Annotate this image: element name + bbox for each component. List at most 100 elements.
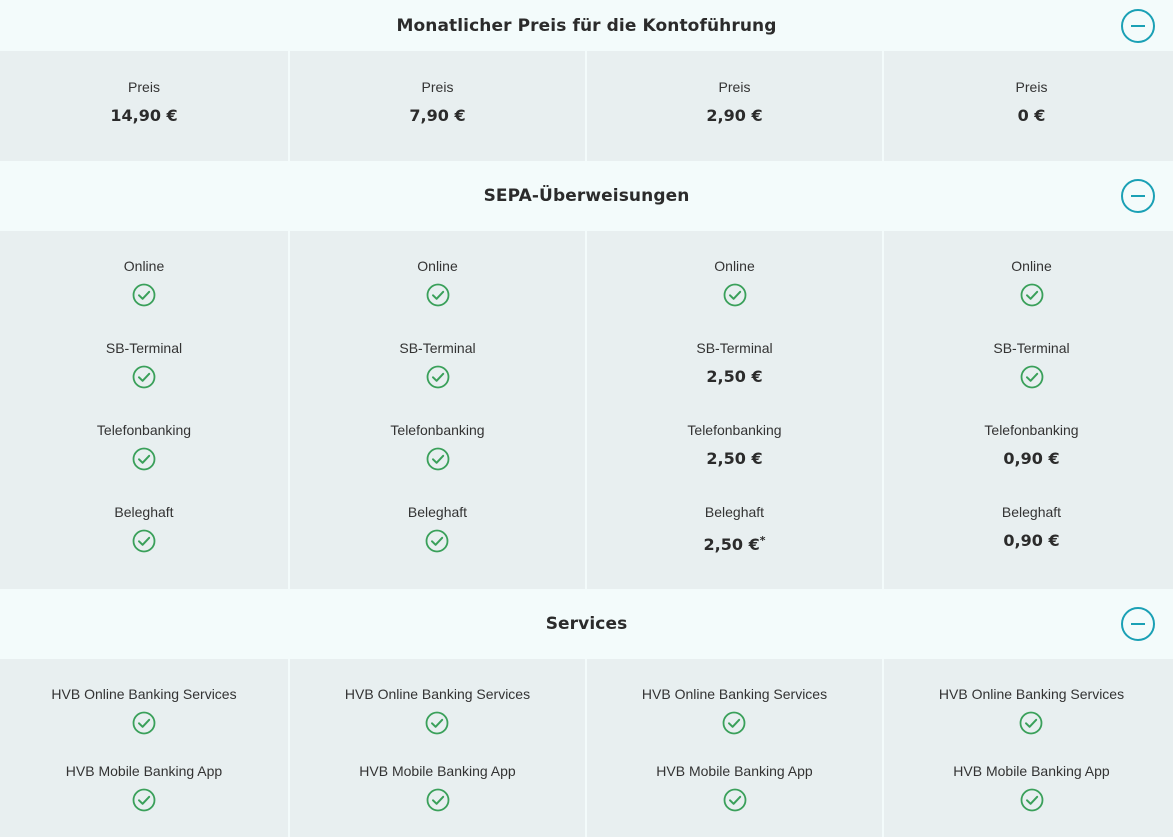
feature-cell: Telefonbanking bbox=[97, 422, 191, 504]
feature-label: Preis bbox=[421, 79, 454, 95]
collapse-minus-icon[interactable] bbox=[1121, 8, 1155, 43]
check-circle-icon bbox=[426, 447, 450, 471]
feature-label: HVB Online Banking Services bbox=[344, 686, 531, 702]
feature-cell: Preis 14,90 € bbox=[110, 79, 177, 161]
section-header-sepa[interactable]: SEPA-Überweisungen bbox=[0, 161, 1173, 231]
price-value: 7,90 € bbox=[409, 104, 465, 128]
feature-label: Beleghaft bbox=[1001, 504, 1062, 520]
price-comparison-table: Monatlicher Preis für die Kontoführung P… bbox=[0, 0, 1173, 837]
price-amount: 2,90 € bbox=[706, 106, 763, 125]
feature-cell: Preis 7,90 € bbox=[409, 79, 465, 161]
plan-column-2: HVB Online Banking Services HVB Mobile Ba… bbox=[290, 659, 585, 837]
section-title: Services bbox=[545, 614, 628, 634]
footnote-marker: * bbox=[759, 534, 766, 547]
feature-label: HVB Online Banking Services bbox=[641, 686, 828, 702]
feature-cell: HVB Online Banking Services bbox=[51, 686, 237, 763]
check-circle-icon bbox=[1020, 365, 1044, 389]
section-title: Monatlicher Preis für die Kontoführung bbox=[396, 15, 777, 36]
check-circle-icon bbox=[1019, 711, 1043, 735]
feature-label: HVB Mobile Banking App bbox=[359, 762, 516, 779]
price-value: 0 € bbox=[1018, 104, 1046, 128]
plan-column-1: Preis 14,90 € bbox=[0, 51, 288, 161]
feature-label: HVB Mobile Banking App bbox=[65, 762, 223, 779]
section-body-monthly-price: Preis 14,90 € Preis 7,90 € Preis 2,90 € Preis 0… bbox=[0, 51, 1173, 161]
plan-column-4: Online SB-Terminal Telefonbanking 0,90 € Bel… bbox=[884, 231, 1173, 589]
price-value: 14,90 € bbox=[110, 104, 177, 128]
price-value: 2,50 €* bbox=[703, 529, 766, 554]
feature-label: Telefonbanking bbox=[96, 422, 192, 438]
feature-cell: Online bbox=[1011, 258, 1052, 340]
feature-label: Beleghaft bbox=[704, 504, 765, 520]
feature-label: Online bbox=[714, 258, 755, 274]
feature-cell: Online bbox=[714, 258, 755, 340]
plan-column-4: HVB Online Banking Services HVB Mobile Ba… bbox=[884, 659, 1173, 837]
plan-column-1: Online SB-Terminal Telefonbanking Beleghaft bbox=[0, 231, 288, 589]
feature-cell: HVB Mobile Banking App bbox=[66, 763, 222, 837]
section-header-services[interactable]: Services bbox=[0, 589, 1173, 659]
feature-cell: SB-Terminal bbox=[993, 340, 1070, 422]
feature-label: SB-Terminal bbox=[696, 340, 773, 356]
price-amount: 2,50 € bbox=[703, 535, 760, 554]
price-value: 2,50 € bbox=[706, 447, 762, 471]
feature-cell: HVB Online Banking Services bbox=[939, 686, 1124, 763]
plan-column-1: HVB Online Banking Services HVB Mobile Ba… bbox=[0, 659, 288, 837]
plan-column-2: Online SB-Terminal Telefonbanking Beleghaft bbox=[290, 231, 585, 589]
feature-label: SB-Terminal bbox=[399, 340, 476, 356]
plan-column-3: HVB Online Banking Services HVB Mobile Ba… bbox=[587, 659, 882, 837]
feature-cell: Online bbox=[417, 258, 458, 340]
check-circle-icon bbox=[426, 788, 450, 812]
feature-cell: Beleghaft bbox=[408, 504, 467, 586]
check-circle-icon bbox=[426, 365, 450, 389]
price-amount: 2,50 € bbox=[706, 449, 763, 468]
check-circle-icon bbox=[132, 788, 156, 812]
feature-cell: Beleghaft bbox=[114, 504, 174, 586]
feature-label: Preis bbox=[128, 79, 160, 95]
feature-label: HVB Online Banking Services bbox=[51, 686, 237, 702]
check-circle-icon bbox=[132, 711, 156, 735]
check-circle-icon bbox=[426, 283, 450, 307]
section-title: SEPA-Überweisungen bbox=[483, 186, 690, 206]
feature-label: Preis bbox=[718, 79, 751, 95]
price-amount: 0,90 € bbox=[1003, 531, 1060, 550]
feature-cell: Telefonbanking 0,90 € bbox=[984, 422, 1078, 504]
feature-label: Beleghaft bbox=[407, 504, 468, 520]
plan-column-2: Preis 7,90 € bbox=[290, 51, 585, 161]
price-amount: 0,90 € bbox=[1003, 449, 1060, 468]
price-value: 0,90 € bbox=[1003, 447, 1059, 471]
check-circle-icon bbox=[132, 283, 156, 307]
feature-label: Online bbox=[123, 258, 165, 274]
feature-cell: Beleghaft 2,50 €* bbox=[704, 504, 766, 586]
section-header-monthly-price[interactable]: Monatlicher Preis für die Kontoführung bbox=[0, 0, 1173, 51]
plan-column-3: Preis 2,90 € bbox=[587, 51, 882, 161]
feature-cell: HVB Mobile Banking App bbox=[953, 762, 1110, 837]
check-circle-icon bbox=[132, 447, 156, 471]
plan-column-3: Online SB-Terminal 2,50 € Telefonbanking 2,5… bbox=[587, 231, 882, 589]
price-amount: 2,50 € bbox=[706, 367, 763, 386]
collapse-minus-icon[interactable] bbox=[1121, 179, 1155, 213]
section-body-services: HVB Online Banking Services HVB Mobile Ba… bbox=[0, 659, 1173, 837]
collapse-minus-icon[interactable] bbox=[1121, 607, 1155, 641]
feature-cell: SB-Terminal bbox=[106, 340, 182, 422]
check-circle-icon bbox=[132, 365, 156, 389]
feature-cell: Online bbox=[124, 258, 164, 340]
feature-cell: Preis 0 € bbox=[1016, 79, 1048, 161]
feature-label: SB-Terminal bbox=[105, 340, 183, 356]
plan-column-4: Preis 0 € bbox=[884, 51, 1173, 161]
check-circle-icon bbox=[425, 711, 449, 735]
feature-label: HVB Online Banking Services bbox=[938, 686, 1125, 702]
price-value: 0,90 € bbox=[1003, 529, 1059, 553]
feature-label: SB-Terminal bbox=[993, 340, 1070, 356]
feature-cell: SB-Terminal bbox=[399, 340, 476, 422]
feature-cell: HVB Online Banking Services bbox=[642, 686, 827, 763]
feature-cell: Telefonbanking bbox=[390, 422, 485, 504]
feature-cell: HVB Online Banking Services bbox=[345, 686, 530, 763]
check-circle-icon bbox=[425, 529, 449, 553]
feature-cell: SB-Terminal 2,50 € bbox=[696, 340, 772, 422]
feature-label: Online bbox=[1011, 258, 1052, 274]
feature-label: HVB Mobile Banking App bbox=[953, 762, 1110, 779]
check-circle-icon bbox=[723, 788, 747, 812]
price-amount: 0 € bbox=[1017, 106, 1046, 125]
feature-cell: Telefonbanking 2,50 € bbox=[687, 422, 781, 504]
feature-label: Telefonbanking bbox=[687, 422, 782, 438]
feature-label: Telefonbanking bbox=[390, 422, 485, 438]
